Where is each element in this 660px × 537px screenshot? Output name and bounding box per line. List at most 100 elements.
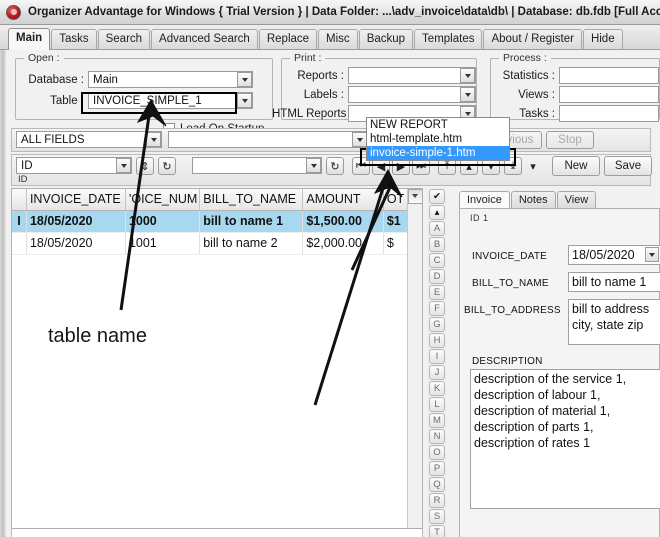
- tab-misc[interactable]: Misc: [318, 29, 358, 49]
- database-combo[interactable]: Main: [88, 71, 253, 88]
- scroll-up-icon[interactable]: ▴: [429, 205, 445, 220]
- tab-advanced-search[interactable]: Advanced Search: [151, 29, 258, 49]
- alpha-index-r[interactable]: R: [429, 493, 445, 508]
- column-header-amount[interactable]: AMOUNT: [302, 189, 384, 211]
- tab-search[interactable]: Search: [97, 29, 151, 49]
- alpha-index-k[interactable]: K: [429, 381, 445, 396]
- process-group: Process : Statistics : Views : Tasks :: [490, 52, 660, 122]
- chevron-down-icon[interactable]: [460, 87, 475, 102]
- tasks-input[interactable]: [559, 105, 659, 122]
- dropdown-item-invoice-simple-1[interactable]: invoice-simple-1.htm: [367, 146, 509, 160]
- cell-amount[interactable]: $1,500.00: [302, 210, 384, 233]
- labels-combo[interactable]: [348, 86, 476, 103]
- sort-updown-icon[interactable]: ⇕: [136, 157, 154, 175]
- alpha-index-m[interactable]: M: [429, 413, 445, 428]
- search-input[interactable]: [168, 131, 368, 148]
- tab-main[interactable]: Main: [8, 28, 51, 50]
- alpha-index-d[interactable]: D: [429, 269, 445, 284]
- chevron-down-icon[interactable]: [237, 93, 252, 108]
- field-scope-combo[interactable]: ALL FIELDS: [16, 131, 162, 148]
- alpha-index-a[interactable]: A: [429, 221, 445, 236]
- column-header-invoice-date[interactable]: INVOICE_DATE: [26, 189, 126, 211]
- alpha-index-o[interactable]: O: [429, 445, 445, 460]
- scroll-up-icon[interactable]: [408, 189, 422, 204]
- html-reports-dropdown-list[interactable]: NEW REPORT html-template.htm invoice-sim…: [366, 117, 510, 161]
- alpha-index-i[interactable]: I: [429, 349, 445, 364]
- cell-invoice-date[interactable]: 18/05/2020: [26, 210, 126, 233]
- alpha-index-b[interactable]: B: [429, 237, 445, 252]
- tab-hide[interactable]: Hide: [582, 29, 623, 49]
- checkmark-icon[interactable]: ✔: [429, 189, 445, 204]
- table-combo[interactable]: INVOICE_SIMPLE_1: [88, 92, 253, 109]
- chevron-down-icon[interactable]: [306, 158, 321, 173]
- cell-bill-to-name[interactable]: bill to name 1: [199, 210, 304, 233]
- statistics-label: Statistics :: [502, 69, 555, 82]
- cell-invoice-number[interactable]: 1001: [125, 232, 201, 255]
- alpha-index-p[interactable]: P: [429, 461, 445, 476]
- invoice-date-field[interactable]: 18/05/2020: [568, 245, 660, 265]
- alpha-index-g[interactable]: G: [429, 317, 445, 332]
- cell-bill-to-name[interactable]: bill to name 2: [199, 232, 304, 255]
- table-row[interactable]: I 18/05/2020 1000 bill to name 1 $1,500.…: [12, 210, 422, 233]
- views-input[interactable]: [559, 86, 659, 103]
- alpha-index-e[interactable]: E: [429, 285, 445, 300]
- process-group-title: Process :: [499, 52, 551, 64]
- chevron-down-icon[interactable]: [460, 68, 475, 83]
- chevron-down-icon[interactable]: [116, 158, 131, 173]
- alpha-index-l[interactable]: L: [429, 397, 445, 412]
- reports-combo[interactable]: [348, 67, 476, 84]
- stop-search-button[interactable]: Stop: [546, 131, 594, 149]
- bill-to-address-line-1: bill to address: [572, 302, 650, 316]
- table-row[interactable]: 18/05/2020 1001 bill to name 2 $2,000.00…: [12, 232, 422, 255]
- alpha-index-q[interactable]: Q: [429, 477, 445, 492]
- save-record-button[interactable]: Save: [604, 156, 652, 176]
- chevron-down-icon[interactable]: [146, 132, 161, 147]
- tab-replace[interactable]: Replace: [258, 29, 318, 49]
- bill-to-name-field[interactable]: bill to name 1: [568, 272, 660, 292]
- tab-invoice[interactable]: Invoice: [459, 191, 510, 209]
- bill-to-address-line-2: city, state zip: [572, 318, 644, 332]
- alpha-index-t[interactable]: T: [429, 525, 445, 537]
- cell-amount[interactable]: $2,000.00: [302, 232, 384, 255]
- chevron-down-icon[interactable]: [237, 72, 252, 87]
- chevron-down-icon[interactable]: [645, 247, 659, 262]
- sort-field-caption: ID: [18, 174, 28, 185]
- alpha-index-j[interactable]: J: [429, 365, 445, 380]
- filter-combo[interactable]: [192, 157, 322, 174]
- sort-nav-toolbar: ID ID ⇕ ↻ ↻ ⏮ ◀ ▶ ⏭ ⤒ ▴ ▾ ⤓ ▾ New Save: [11, 154, 652, 186]
- alpha-index-h[interactable]: H: [429, 333, 445, 348]
- tab-view[interactable]: View: [556, 191, 597, 208]
- labels-label: Labels :: [303, 88, 344, 101]
- filter-refresh-icon[interactable]: ↻: [326, 157, 344, 175]
- records-grid[interactable]: INVOICE_DATE 'OICE_NUM BILL_TO_NAME AMOU…: [11, 188, 423, 529]
- chevron-down-icon[interactable]: [352, 132, 367, 147]
- alpha-index-c[interactable]: C: [429, 253, 445, 268]
- statistics-input[interactable]: [559, 67, 659, 84]
- tab-notes[interactable]: Notes: [510, 191, 556, 208]
- dropdown-item-new-report[interactable]: NEW REPORT: [367, 118, 509, 132]
- cell-invoice-number[interactable]: 1000: [125, 210, 201, 233]
- tab-backup[interactable]: Backup: [358, 29, 414, 49]
- column-header-invoice-number[interactable]: 'OICE_NUM: [125, 189, 201, 211]
- grid-vertical-scrollbar[interactable]: [407, 189, 422, 528]
- record-detail-panel: Invoice Notes View ID 1 INVOICE_DATE 18/…: [455, 188, 660, 537]
- bill-to-name-value: bill to name 1: [572, 275, 647, 289]
- column-header-bill-to-name[interactable]: BILL_TO_NAME: [199, 189, 304, 211]
- alpha-index-s[interactable]: S: [429, 509, 445, 524]
- refresh-icon[interactable]: ↻: [158, 157, 176, 175]
- description-field[interactable]: description of the service 1, descriptio…: [470, 369, 660, 509]
- tab-templates[interactable]: Templates: [414, 29, 483, 49]
- alpha-index-f[interactable]: F: [429, 301, 445, 316]
- chevron-down-icon[interactable]: ▾: [526, 157, 540, 175]
- new-record-button[interactable]: New: [552, 156, 600, 176]
- alpha-index-n[interactable]: N: [429, 429, 445, 444]
- labels-field-row: Labels :: [286, 86, 476, 103]
- sort-field-combo[interactable]: ID: [16, 157, 132, 174]
- invoice-date-label: INVOICE_DATE: [472, 251, 548, 262]
- dropdown-item-html-template[interactable]: html-template.htm: [367, 132, 509, 146]
- tab-tasks[interactable]: Tasks: [51, 29, 97, 49]
- app-logo-icon: [6, 4, 21, 20]
- tab-about-register[interactable]: About / Register: [483, 29, 582, 49]
- cell-invoice-date[interactable]: 18/05/2020: [26, 232, 126, 255]
- bill-to-address-field[interactable]: bill to address city, state zip: [568, 299, 660, 345]
